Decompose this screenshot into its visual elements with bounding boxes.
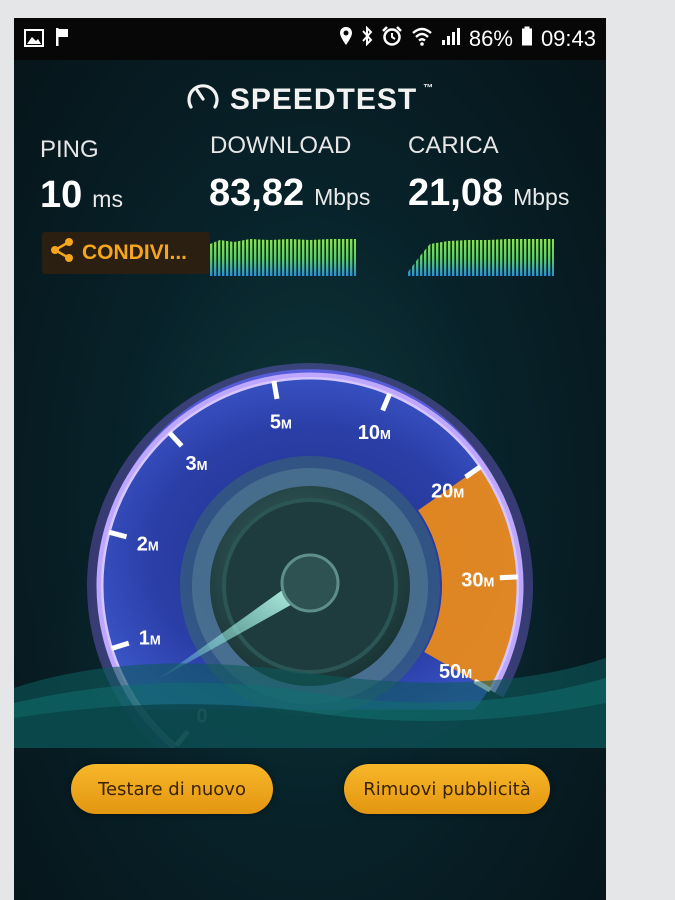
bluetooth-icon <box>361 25 373 52</box>
download-label: DOWNLOAD <box>210 132 352 159</box>
speedometer-icon <box>186 81 220 119</box>
alarm-icon <box>381 26 403 52</box>
download-unit: Mbps <box>314 184 371 210</box>
status-bar: 86% 09:43 <box>14 18 606 60</box>
upload-unit: Mbps <box>513 184 570 210</box>
upload-value: 21,08 Mbps <box>408 172 569 215</box>
app-header: SPEEDTEST ™ <box>14 80 606 120</box>
app-screen: 86% 09:43 SPEEDTEST ™ PING 10 ms DOWNLOAD… <box>14 18 606 900</box>
ping-label: PING <box>40 136 99 163</box>
remove-ads-button[interactable]: Rimuovi pubblicità <box>344 764 550 814</box>
upload-label: CARICA <box>408 132 499 159</box>
retest-button[interactable]: Testare di nuovo <box>71 764 273 814</box>
gauge-needle-cap <box>280 553 340 613</box>
speed-gauge: 01M2M3M5M10M20M30M50M <box>14 363 606 748</box>
gauge-tick <box>499 574 518 581</box>
download-number: 83,82 <box>209 172 305 214</box>
image-icon <box>24 27 44 53</box>
download-value: 83,82 Mbps <box>209 172 370 215</box>
upload-number: 21,08 <box>408 172 504 214</box>
share-label: CONDIVI... <box>82 241 188 264</box>
trademark-mark: ™ <box>423 82 435 94</box>
upload-graph <box>408 239 554 276</box>
ping-number: 10 <box>40 174 83 216</box>
status-time: 09:43 <box>540 26 596 51</box>
share-icon <box>50 237 74 269</box>
download-graph <box>210 239 356 276</box>
location-icon <box>339 26 353 52</box>
share-button[interactable]: CONDIVI... <box>42 232 210 274</box>
app-title: SPEEDTEST <box>229 83 418 116</box>
battery-percent: 86% <box>468 26 513 51</box>
ping-unit: ms <box>92 186 123 212</box>
flag-icon <box>54 27 70 53</box>
wifi-icon <box>411 26 433 52</box>
ping-value: 10 ms <box>40 174 123 217</box>
gauge-tick <box>271 380 280 400</box>
battery-icon <box>521 26 533 52</box>
signal-icon <box>441 26 461 52</box>
